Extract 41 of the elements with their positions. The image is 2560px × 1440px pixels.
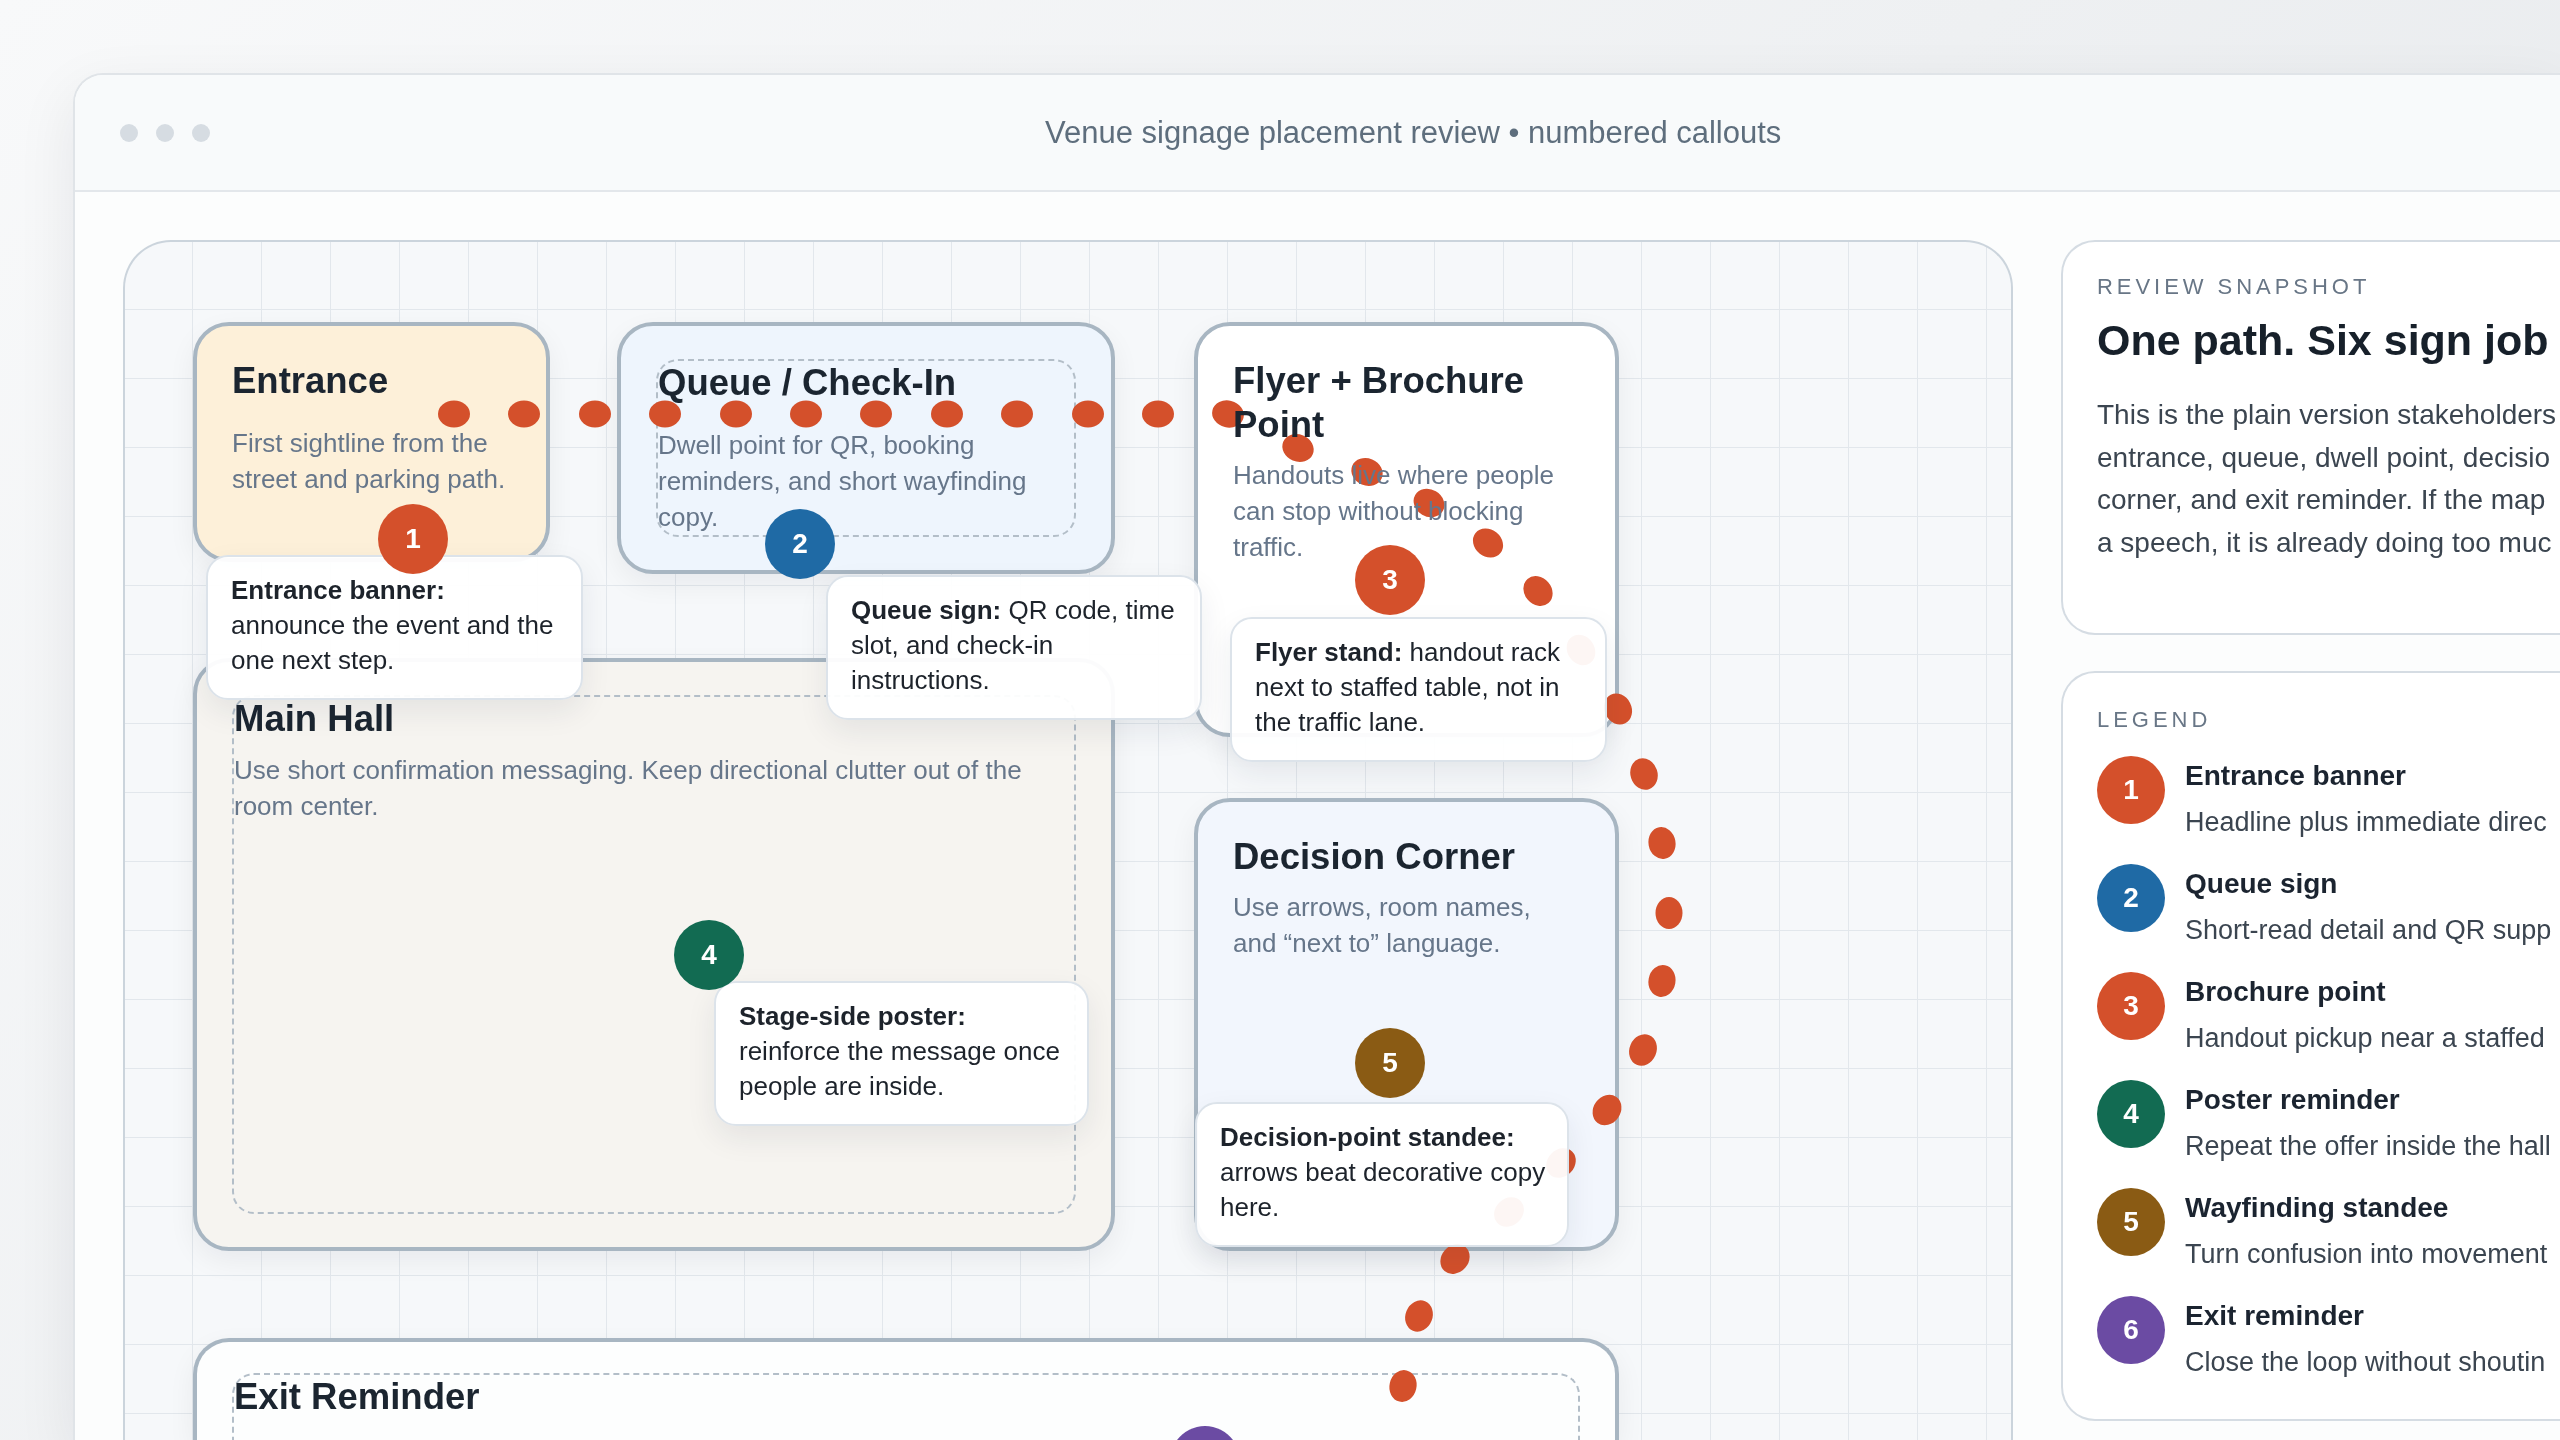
legend-title: Entrance banner [2185,759,2407,793]
legend-description: Handout pickup near a staffed [2185,1022,2545,1055]
callout-text: Queue sign: QR code, time slot, and check-in instructions. [851,594,1176,697]
legend-description: Headline plus immediate direc [2185,806,2547,839]
callout-text: Flyer stand: handout rack next to staffed table, not in the traffic lane. [1255,636,1561,739]
callout-text: Entrance banner: announce the event and the one next step. [231,574,555,677]
zone-title: Flyer + Brochure Point [1233,359,1526,447]
legend-title: Brochure point [2185,975,2387,1009]
legend-description: Short-read detail and QR supp [2185,914,2552,947]
window-control-icon[interactable] [120,123,138,142]
zone-title: Entrance [232,359,390,403]
window-control-icon[interactable] [156,123,174,142]
legend-description: Turn confusion into movement [2185,1238,2548,1271]
legend-title: Wayfinding standee [2185,1191,2450,1225]
legend-marker: 3 [2097,972,2165,1040]
snapshot-text: This is the plain version stakeholders entrance, queue, dwell point, decisio corner, and exit reminder. If the map a speech, it is already doing too muc [2097,398,2558,560]
zone-description: Use arrows, room names, and “next to” language. [1233,891,1532,960]
number-marker: 3 [1355,545,1425,615]
zone-description: First sightline from the street and parking path. [232,427,507,496]
zone-title: Decision Corner [1233,835,1516,879]
legend-marker: 2 [2097,864,2165,932]
zone-title: Queue / Check-In [658,361,958,405]
legend-title: Queue sign [2185,867,2339,901]
legend-marker: 4 [2097,1080,2165,1148]
legend-title: Exit reminder [2185,1299,2365,1333]
callout-text: Stage-side poster: reinforce the message once people are inside. [739,1000,1061,1103]
legend-marker: 6 [2097,1296,2165,1364]
legend-marker: 1 [2097,756,2165,824]
legend-description: Close the loop without shoutin [2185,1346,2546,1379]
legend-marker: 5 [2097,1188,2165,1256]
zone-description: Use short confirmation messaging. Keep directional clutter out of the room center. [234,754,1023,823]
zone-title: Exit Reminder [234,1375,481,1419]
window-title: Venue signage placement review • numbered callouts [1045,113,1782,152]
zone-title: Main Hall [234,697,396,741]
callout-text: Decision-point standee: arrows beat decorative copy here. [1220,1121,1547,1224]
section-label: REVIEW SNAPSHOT [2097,273,2372,301]
legend-title: Poster reminder [2185,1083,2401,1117]
window-control-icon[interactable] [192,123,210,142]
legend-description: Repeat the offer inside the hall [2185,1130,2551,1163]
section-label: LEGEND [2097,706,2213,734]
snapshot-heading: One path. Six sign job [2097,315,2550,366]
